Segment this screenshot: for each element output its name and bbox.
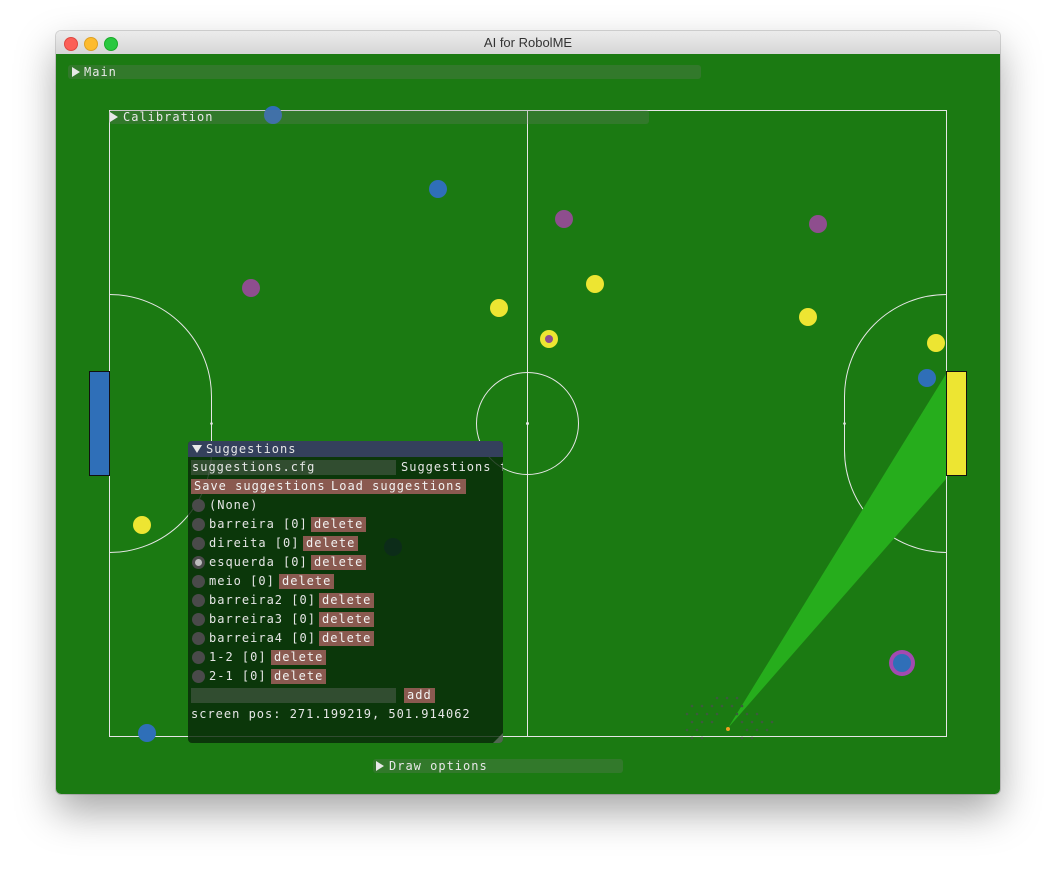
suggestions-title: Suggestions <box>206 442 297 456</box>
suggestion-label: barreira2 [0] <box>209 593 316 607</box>
screen-pos-readout: screen pos: 271.199219, 501.914062 <box>191 707 471 721</box>
radio-button[interactable] <box>192 632 205 645</box>
purple-marker-2 <box>555 210 573 228</box>
radio-button[interactable] <box>192 537 205 550</box>
expand-arrow-icon <box>376 761 384 771</box>
radio-button-selected[interactable] <box>192 556 205 569</box>
delete-button[interactable]: delete <box>311 555 367 570</box>
delete-button[interactable]: delete <box>319 612 375 627</box>
delete-button[interactable]: delete <box>271 650 327 665</box>
suggestions-file-input[interactable]: suggestions.cfg <box>191 460 396 475</box>
yellow-robot-4 <box>927 334 945 352</box>
add-button[interactable]: add <box>404 688 435 703</box>
center-spot <box>526 422 529 425</box>
blue-goal <box>89 371 110 476</box>
delete-button[interactable]: delete <box>319 593 375 608</box>
window-title: AI for RobolME <box>483 35 573 50</box>
collapse-arrow-icon <box>192 445 202 453</box>
expand-arrow-icon <box>110 112 118 122</box>
yellow-robot-5 <box>133 516 151 534</box>
radio-button[interactable] <box>192 518 205 531</box>
yellow-robot-6-marker <box>545 335 553 343</box>
purple-marker-1 <box>242 279 260 297</box>
load-suggestions-button[interactable]: Load suggestions <box>328 479 466 494</box>
blue-robot-selected <box>893 654 911 672</box>
position-grid <box>685 696 774 740</box>
suggestion-label: barreira [0] <box>209 517 308 531</box>
draw-options-label: Draw options <box>389 759 488 773</box>
main-menu[interactable] <box>68 65 701 79</box>
suggestion-label: 1-2 [0] <box>209 650 267 664</box>
yellow-robot-3 <box>799 308 817 326</box>
purple-marker-3 <box>809 215 827 233</box>
resize-grip-icon[interactable] <box>493 733 503 743</box>
save-suggestions-button[interactable]: Save suggestions <box>191 479 329 494</box>
delete-button[interactable]: delete <box>303 536 359 551</box>
new-suggestion-input[interactable] <box>191 688 396 703</box>
delete-button[interactable]: delete <box>279 574 335 589</box>
ball <box>726 727 730 731</box>
blue-robot-2 <box>429 180 447 198</box>
right-penalty-spot <box>843 422 846 425</box>
main-menu-label: Main <box>84 65 117 79</box>
delete-button[interactable]: delete <box>271 669 327 684</box>
suggestion-label: esquerda [0] <box>209 555 308 569</box>
yellow-robot-2 <box>586 275 604 293</box>
radio-button[interactable] <box>192 651 205 664</box>
suggestions-file-value: suggestions.cfg <box>192 460 316 474</box>
suggestion-label: barreira4 [0] <box>209 631 316 645</box>
radio-button[interactable] <box>192 594 205 607</box>
blue-robot-4 <box>138 724 156 742</box>
suggestions-file-label: Suggestions f <box>401 460 503 474</box>
calibration-menu-label: Calibration <box>123 110 214 124</box>
suggestions-panel: Suggestions suggestions.cfg Suggestions … <box>188 441 503 743</box>
delete-button[interactable]: delete <box>311 517 367 532</box>
radio-button[interactable] <box>192 499 205 512</box>
soccer-field-canvas[interactable]: Main Calibration Draw options Suggestion… <box>56 54 1000 794</box>
expand-arrow-icon <box>72 67 80 77</box>
yellow-goal <box>946 371 967 476</box>
app-window: AI for RobolME Main Calibration Draw opt… <box>56 31 1000 794</box>
suggestions-header[interactable]: Suggestions <box>188 441 503 457</box>
yellow-robot-1 <box>490 299 508 317</box>
suggestion-label: barreira3 [0] <box>209 612 316 626</box>
suggestion-label: meio [0] <box>209 574 275 588</box>
blue-robot-3 <box>918 369 936 387</box>
suggestion-none-label: (None) <box>209 498 259 512</box>
radio-button[interactable] <box>192 575 205 588</box>
shot-cone <box>728 374 946 728</box>
left-penalty-spot <box>210 422 213 425</box>
suggestion-label: 2-1 [0] <box>209 669 267 683</box>
radio-button[interactable] <box>192 670 205 683</box>
delete-button[interactable]: delete <box>319 631 375 646</box>
radio-button[interactable] <box>192 613 205 626</box>
suggestion-label: direita [0] <box>209 536 300 550</box>
title-bar: AI for RobolME <box>56 31 1000 55</box>
